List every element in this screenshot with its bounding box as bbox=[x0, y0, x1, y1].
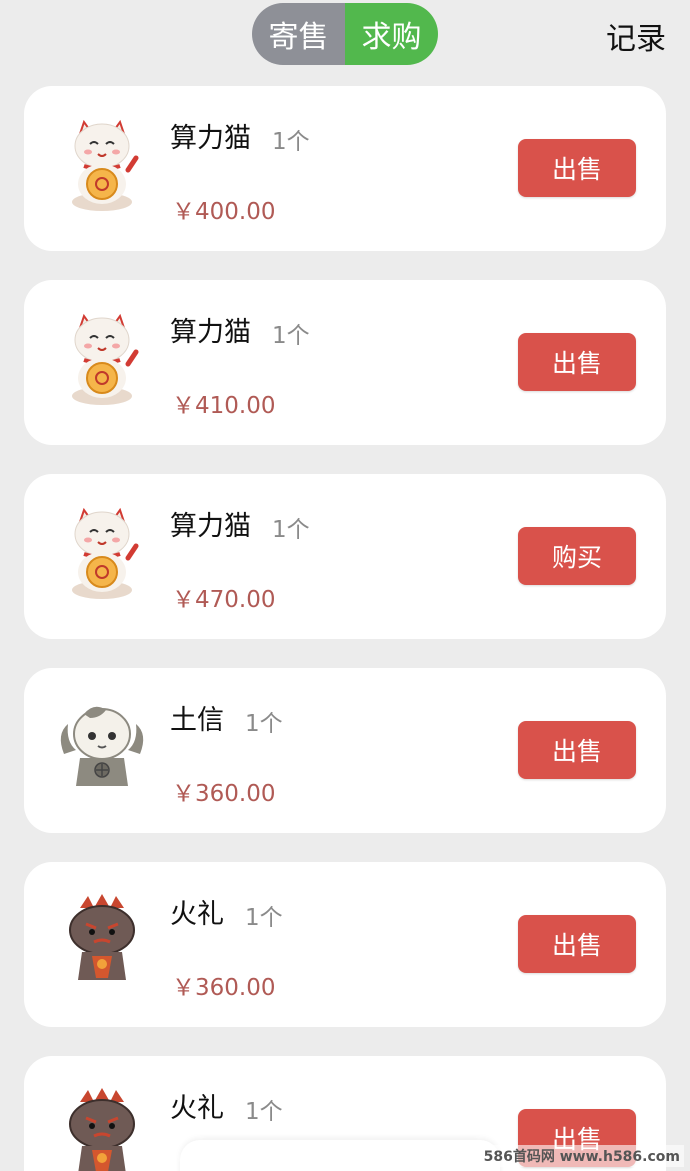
trade-mode-toggle: 寄售 求购 bbox=[252, 3, 438, 65]
item-price: ￥400.00 bbox=[172, 199, 276, 225]
item-quantity: 1个 bbox=[245, 711, 283, 737]
fire-cat-icon bbox=[50, 1082, 154, 1171]
lucky-cat-icon bbox=[50, 112, 154, 216]
item-quantity: 1个 bbox=[272, 517, 310, 543]
buy-button[interactable]: 购买 bbox=[518, 527, 636, 585]
order-card: 算力猫 1个 ￥410.00 出售 bbox=[24, 280, 666, 445]
item-name: 算力猫 bbox=[170, 511, 251, 542]
item-quantity: 1个 bbox=[272, 129, 310, 155]
records-link[interactable]: 记录 bbox=[606, 14, 666, 58]
item-price: ￥360.00 bbox=[172, 781, 276, 807]
item-name: 算力猫 bbox=[170, 317, 251, 348]
bottom-nav-bar bbox=[180, 1140, 500, 1171]
header: 寄售 求购 记录 bbox=[0, 0, 690, 80]
item-name: 土信 bbox=[170, 705, 224, 736]
fire-cat-icon bbox=[50, 888, 154, 992]
order-card: 土信 1个 ￥360.00 出售 bbox=[24, 668, 666, 833]
sell-button[interactable]: 出售 bbox=[518, 333, 636, 391]
item-quantity: 1个 bbox=[245, 905, 283, 931]
lucky-cat-icon bbox=[50, 306, 154, 410]
watermark: 586首码网 www.h586.com bbox=[479, 1145, 684, 1167]
item-price: ￥470.00 bbox=[172, 587, 276, 613]
sell-button[interactable]: 出售 bbox=[518, 721, 636, 779]
order-card: 火礼 1个 ￥360.00 出售 bbox=[24, 862, 666, 1027]
item-name: 火礼 bbox=[170, 1093, 224, 1124]
earth-cat-icon bbox=[50, 694, 154, 798]
item-quantity: 1个 bbox=[272, 323, 310, 349]
sell-button[interactable]: 出售 bbox=[518, 915, 636, 973]
tab-buy-request[interactable]: 求购 bbox=[345, 3, 438, 65]
market-page: 寄售 求购 记录 算力猫 1个 ￥400.00 出售 算力猫 1个 ￥410.0… bbox=[0, 0, 690, 1171]
sell-button[interactable]: 出售 bbox=[518, 139, 636, 197]
item-name: 算力猫 bbox=[170, 123, 251, 154]
item-name: 火礼 bbox=[170, 899, 224, 930]
lucky-cat-icon bbox=[50, 500, 154, 604]
item-quantity: 1个 bbox=[245, 1099, 283, 1125]
order-card: 算力猫 1个 ￥470.00 购买 bbox=[24, 474, 666, 639]
item-price: ￥360.00 bbox=[172, 975, 276, 1001]
order-card: 算力猫 1个 ￥400.00 出售 bbox=[24, 86, 666, 251]
item-price: ￥410.00 bbox=[172, 393, 276, 419]
tab-consign-sell[interactable]: 寄售 bbox=[252, 3, 345, 65]
